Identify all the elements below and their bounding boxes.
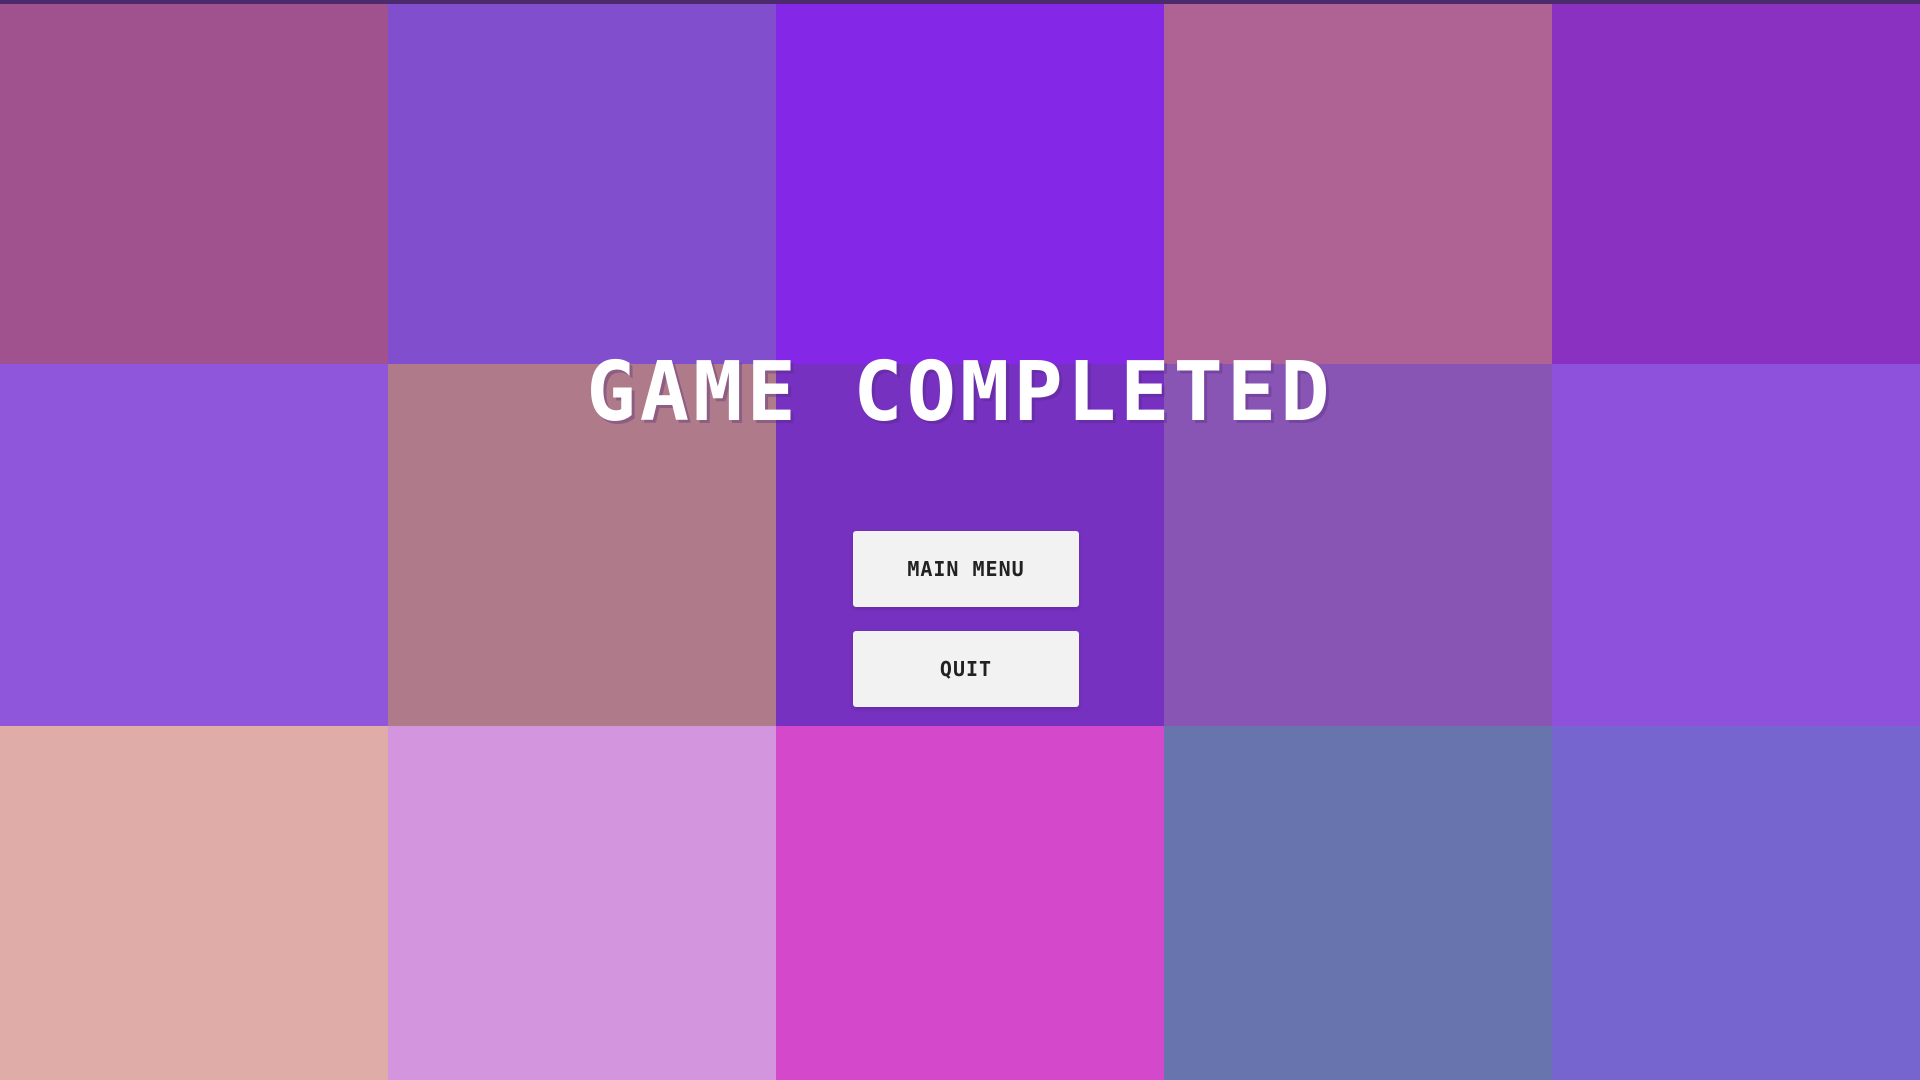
game-screen: GAME COMPLETED MAIN MENU QUIT [0,0,1920,1080]
game-completed-overlay: GAME COMPLETED MAIN MENU QUIT [0,0,1920,1080]
quit-button[interactable]: QUIT [853,631,1079,707]
main-menu-button[interactable]: MAIN MENU [853,531,1079,607]
game-completed-title: GAME COMPLETED [586,345,1334,440]
